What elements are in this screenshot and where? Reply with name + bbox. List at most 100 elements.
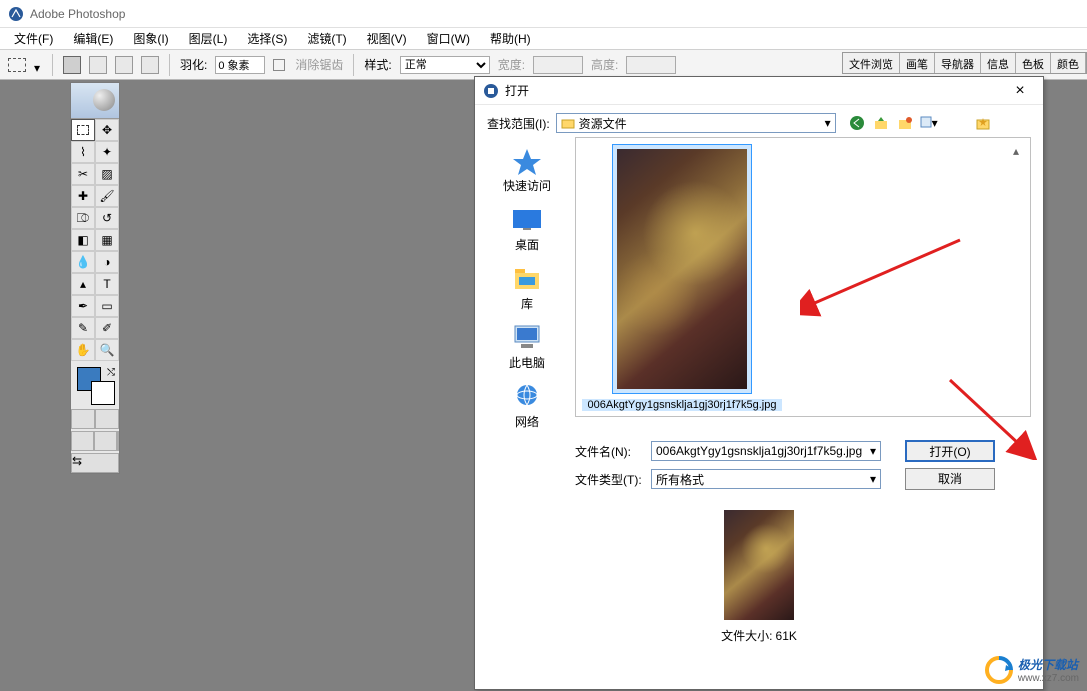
toolbox: ✥ ⌇ ✦ ✂ ▨ ✚ 🖌 ⎄ ↺ ◧ ▦ 💧 ◑ ▴ T ✒ ▭ ✎ ✐ ✋ … [70, 82, 120, 474]
tool-wand[interactable]: ✦ [95, 141, 119, 163]
feather-input[interactable] [215, 56, 265, 74]
menu-select[interactable]: 选择(S) [239, 28, 295, 49]
app-logo-icon [8, 6, 24, 22]
tool-dropdown-icon[interactable]: ▾ [34, 61, 42, 69]
tool-slice[interactable]: ▨ [95, 163, 119, 185]
place-quick-access[interactable]: 快速访问 [503, 147, 551, 194]
style-select[interactable]: 正常 [400, 56, 490, 74]
file-thumbnail-item[interactable]: 006AkgtYgy1gsnsklja1gj30rj1f7k5g.jpg [582, 144, 782, 410]
tab-brush[interactable]: 画笔 [900, 53, 935, 73]
menu-filter[interactable]: 滤镜(T) [299, 28, 354, 49]
tool-crop[interactable]: ✂ [71, 163, 95, 185]
tool-pen[interactable]: ✒ [71, 295, 95, 317]
thumbnail-image [617, 149, 747, 389]
tab-navigator[interactable]: 导航器 [935, 53, 981, 73]
cancel-button[interactable]: 取消 [905, 468, 995, 490]
place-library[interactable]: 库 [511, 265, 543, 312]
filetype-label: 文件类型(T): [575, 471, 645, 488]
selection-add-button[interactable] [89, 56, 107, 74]
back-icon[interactable] [848, 114, 866, 132]
tool-hand[interactable]: ✋ [71, 339, 95, 361]
tool-lasso[interactable]: ⌇ [71, 141, 95, 163]
swap-colors-icon[interactable]: ⤭ [107, 367, 115, 378]
up-icon[interactable] [872, 114, 890, 132]
filetype-select[interactable]: 所有格式 ▾ [651, 469, 881, 489]
selection-new-button[interactable] [63, 56, 81, 74]
open-button[interactable]: 打开(O) [905, 440, 995, 462]
width-input [533, 56, 583, 74]
tool-shape[interactable]: ▭ [95, 295, 119, 317]
menu-layer[interactable]: 图层(L) [181, 28, 236, 49]
library-icon [511, 265, 543, 293]
dialog-title: 打开 [505, 82, 529, 99]
network-icon [511, 383, 543, 411]
selection-subtract-button[interactable] [115, 56, 133, 74]
lookin-combo[interactable]: 资源文件 ▾ [556, 113, 836, 133]
tool-zoom[interactable]: 🔍 [95, 339, 119, 361]
color-swatches[interactable]: ⤭ [71, 365, 119, 407]
watermark-logo-icon [984, 655, 1014, 685]
open-dialog: 打开 × 查找范围(I): 资源文件 ▾ ▾ 快速访问 [474, 76, 1044, 690]
quickmask-on-button[interactable] [95, 409, 119, 429]
tool-eraser[interactable]: ◧ [71, 229, 95, 251]
filesize-label: 文件大小: [721, 629, 772, 643]
new-folder-icon[interactable] [896, 114, 914, 132]
favorites-icon[interactable] [974, 114, 992, 132]
watermark: 极光下载站 www.xz7.com [984, 655, 1079, 685]
width-label: 宽度: [498, 56, 525, 73]
background-color[interactable] [91, 381, 115, 405]
tool-brush[interactable]: 🖌 [95, 185, 119, 207]
tab-file-browser[interactable]: 文件浏览 [843, 53, 900, 73]
menu-bar: 文件(F) 编辑(E) 图象(I) 图层(L) 选择(S) 滤镜(T) 视图(V… [0, 28, 1087, 50]
app-title: Adobe Photoshop [30, 7, 125, 21]
tool-heal[interactable]: ✚ [71, 185, 95, 207]
place-thispc[interactable]: 此电脑 [509, 324, 545, 371]
tab-swatch[interactable]: 色板 [1016, 53, 1051, 73]
tool-history-brush[interactable]: ↺ [95, 207, 119, 229]
file-list-area[interactable]: 006AkgtYgy1gsnsklja1gj30rj1f7k5g.jpg ▴ [575, 137, 1031, 417]
selection-intersect-button[interactable] [141, 56, 159, 74]
panel-tabs: 文件浏览 画笔 导航器 信息 色板 颜色 [842, 52, 1087, 74]
lookin-value: 资源文件 [579, 115, 627, 132]
tool-stamp[interactable]: ⎄ [71, 207, 95, 229]
filename-label: 文件名(N): [575, 443, 645, 460]
view-menu-icon[interactable]: ▾ [920, 114, 938, 132]
menu-view[interactable]: 视图(V) [359, 28, 415, 49]
tool-blur[interactable]: 💧 [71, 251, 95, 273]
jump-to-button[interactable]: ⇆ [71, 453, 119, 473]
chevron-down-icon: ▾ [870, 472, 876, 486]
place-network[interactable]: 网络 [511, 383, 543, 430]
screenmode-full-button[interactable] [94, 431, 117, 451]
quickmask-off-button[interactable] [71, 409, 95, 429]
tool-marquee[interactable] [71, 119, 95, 141]
computer-icon [511, 324, 543, 352]
tool-type[interactable]: T [95, 273, 119, 295]
menu-edit[interactable]: 编辑(E) [65, 28, 121, 49]
desktop-icon [511, 206, 543, 234]
tool-notes[interactable]: ✎ [71, 317, 95, 339]
tool-eyedropper[interactable]: ✐ [95, 317, 119, 339]
antialias-checkbox[interactable] [273, 59, 285, 71]
scrollbar[interactable]: ▴ [1008, 144, 1024, 410]
close-button[interactable]: × [1005, 82, 1035, 100]
tab-color[interactable]: 颜色 [1051, 53, 1086, 73]
menu-window[interactable]: 窗口(W) [419, 28, 478, 49]
height-label: 高度: [591, 56, 618, 73]
star-icon [511, 147, 543, 175]
screenmode-standard-button[interactable] [71, 431, 94, 451]
chevron-down-icon: ▾ [825, 116, 831, 130]
tool-gradient[interactable]: ▦ [95, 229, 119, 251]
filename-input[interactable]: 006AkgtYgy1gsnsklja1gj30rj1f7k5g.jpg ▾ [651, 441, 881, 461]
place-desktop[interactable]: 桌面 [511, 206, 543, 253]
tool-move[interactable]: ✥ [95, 119, 119, 141]
menu-image[interactable]: 图象(I) [125, 28, 176, 49]
antialias-label: 消除锯齿 [295, 56, 343, 73]
tab-info[interactable]: 信息 [981, 53, 1016, 73]
screenmode-fullmenu-button[interactable] [117, 431, 119, 451]
menu-help[interactable]: 帮助(H) [482, 28, 539, 49]
style-label: 样式: [364, 56, 391, 73]
tool-dodge[interactable]: ◑ [95, 251, 119, 273]
tool-path-select[interactable]: ▴ [71, 273, 95, 295]
menu-file[interactable]: 文件(F) [6, 28, 61, 49]
marquee-tool-icon[interactable] [8, 58, 26, 72]
